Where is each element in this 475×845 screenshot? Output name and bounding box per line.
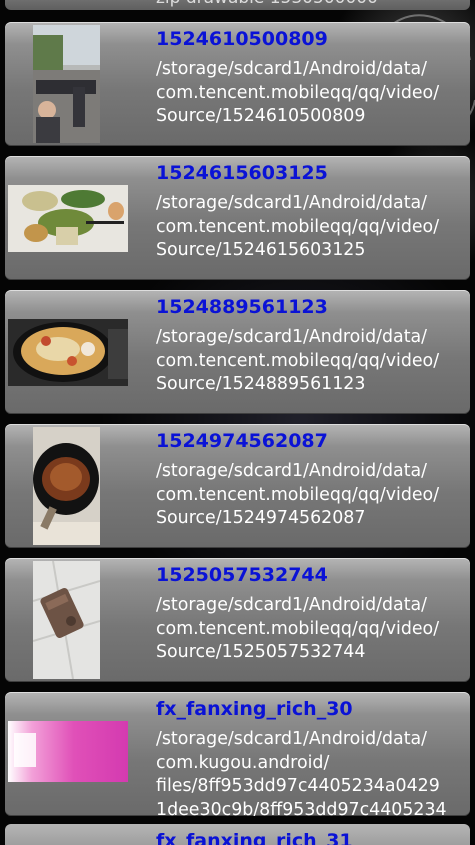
video-thumbnail — [33, 561, 100, 679]
file-list-screen: zip drawable 1530500000 1524610500809 /s… — [0, 0, 475, 845]
item-path: /storage/sdcard1/Android/data/ com.tence… — [156, 327, 440, 394]
video-thumbnail — [8, 185, 128, 252]
list-item[interactable]: 1524615603125 /storage/sdcard1/Android/d… — [5, 156, 470, 280]
video-thumbnail — [33, 25, 100, 143]
item-path: /storage/sdcard1/Android/data/ com.tence… — [156, 595, 440, 662]
video-thumbnail — [33, 427, 100, 545]
item-title: 1524889561123 — [156, 296, 328, 318]
item-path: /storage/sdcard1/Android/data/ com.tence… — [156, 193, 440, 260]
item-title: 1524974562087 — [156, 430, 328, 452]
video-thumbnail — [8, 319, 128, 386]
item-path: /storage/sdcard1/Android/data/ com.tence… — [156, 59, 440, 126]
list-item[interactable]: 1525057532744 /storage/sdcard1/Android/d… — [5, 558, 470, 682]
item-title: fx_fanxing_rich_30 — [156, 698, 353, 720]
item-path: /storage/sdcard1/Android/data/ com.tence… — [156, 461, 440, 528]
partial-item-text: zip drawable 1530500000 — [156, 0, 378, 8]
item-title: 1524615603125 — [156, 162, 328, 184]
list-item-partial-top[interactable]: zip drawable 1530500000 — [5, 0, 470, 10]
list-item[interactable]: 1524610500809 /storage/sdcard1/Android/d… — [5, 22, 470, 146]
list-item[interactable]: 1524974562087 /storage/sdcard1/Android/d… — [5, 424, 470, 548]
item-title: 1525057532744 — [156, 564, 328, 586]
item-path: /storage/sdcard1/Android/data/ com.kugou… — [156, 729, 447, 816]
list-item[interactable]: fx_fanxing_rich_30 /storage/sdcard1/Andr… — [5, 692, 470, 816]
item-title: 1524610500809 — [156, 28, 328, 50]
list-item-partial-bottom[interactable]: fx_fanxing_rich_31 — [5, 824, 470, 845]
list-item[interactable]: 1524889561123 /storage/sdcard1/Android/d… — [5, 290, 470, 414]
video-thumbnail — [8, 721, 128, 782]
item-title: fx_fanxing_rich_31 — [156, 830, 353, 845]
